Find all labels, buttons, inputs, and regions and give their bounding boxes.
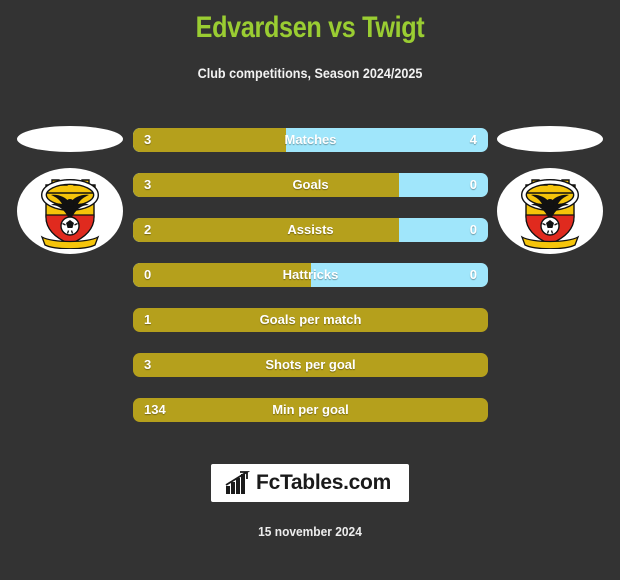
stat-label: Matches bbox=[284, 132, 337, 147]
stat-row: 3 Shots per goal bbox=[133, 353, 488, 377]
stat-row: 3 Goals 0 bbox=[133, 173, 488, 197]
report-date: 15 november 2024 bbox=[258, 524, 362, 539]
go-ahead-eagles-crest-icon bbox=[40, 179, 100, 249]
footer: FcTables.com 15 november 2024 bbox=[0, 464, 620, 580]
go-ahead-eagles-crest-icon bbox=[520, 179, 580, 249]
stat-row: 1 Goals per match bbox=[133, 308, 488, 332]
right-team-crest-column bbox=[492, 118, 608, 268]
stat-value-right: 4 bbox=[469, 132, 477, 147]
left-team-crest-column bbox=[12, 118, 128, 268]
stat-value-right: 0 bbox=[469, 177, 477, 192]
stat-label: Assists bbox=[287, 222, 334, 237]
fctables-logo[interactable]: FcTables.com bbox=[211, 464, 409, 502]
stat-value-right: 0 bbox=[469, 222, 477, 237]
fctables-logo-text: FcTables.com bbox=[256, 471, 391, 494]
header: Edvardsen vs Twigt Club competitions, Se… bbox=[0, 0, 620, 82]
stat-row: 134 Min per goal bbox=[133, 398, 488, 422]
stat-comparison-chart: 3 Matches 4 3 Goals 0 2 Assists 0 0 Hattricks 0 1 Goa… bbox=[133, 128, 488, 443]
stat-label: Hattricks bbox=[282, 267, 339, 282]
left-blank-oval bbox=[17, 126, 123, 152]
page-subtitle: Club competitions, Season 2024/2025 bbox=[197, 65, 423, 81]
bar-chart-icon bbox=[225, 471, 251, 494]
stat-value-right: 0 bbox=[469, 267, 477, 282]
stat-label: Min per goal bbox=[272, 402, 349, 417]
stat-row: 3 Matches 4 bbox=[133, 128, 488, 152]
stat-label: Goals per match bbox=[259, 312, 362, 327]
page-title: Edvardsen vs Twigt bbox=[195, 11, 425, 44]
stat-row: 0 Hattricks 0 bbox=[133, 263, 488, 287]
right-blank-oval bbox=[497, 126, 603, 152]
stat-label: Shots per goal bbox=[265, 357, 356, 372]
left-club-crest[interactable] bbox=[17, 168, 123, 254]
right-club-crest[interactable] bbox=[497, 168, 603, 254]
stat-row: 2 Assists 0 bbox=[133, 218, 488, 242]
stat-label: Goals bbox=[292, 177, 329, 192]
